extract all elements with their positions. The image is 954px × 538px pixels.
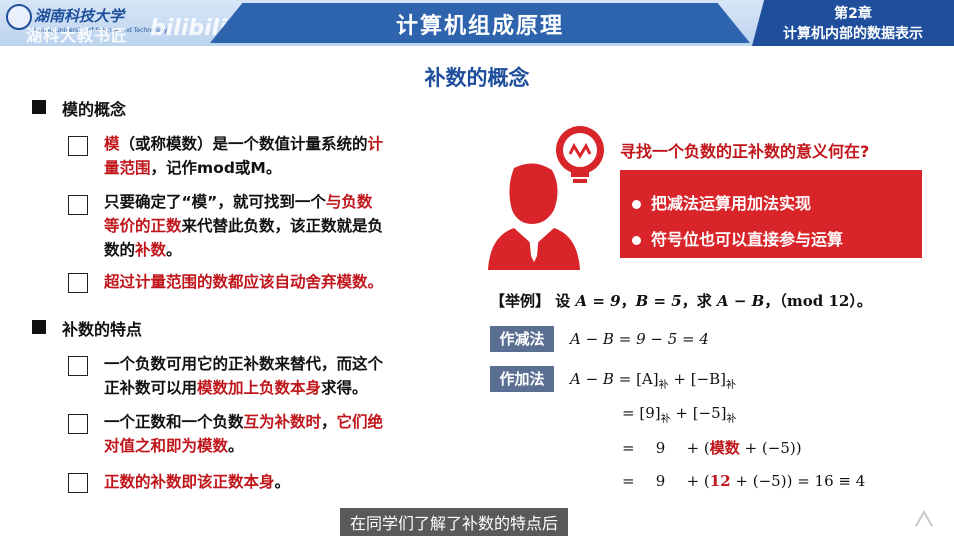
- list-item: 只要确定了“模”，就可找到一个与负数 等价的正数来代替此负数，该正数就是负 数的补数…: [104, 193, 384, 259]
- subtraction-method-tag: 作减法: [490, 326, 554, 352]
- list-item: 超过计量范围的数都应该自动舍弃模数。: [104, 273, 384, 291]
- checkbox-item: [68, 273, 88, 293]
- slide-header: 湖南科技大学 Hunan University of Science and T…: [0, 0, 954, 46]
- list-item: 一个负数可用它的正补数来替代，而这个 正补数可以用模数加上负数本身求得。: [104, 355, 384, 397]
- person-silhouette-icon: [488, 163, 580, 270]
- section-bullet-icon: [32, 320, 46, 334]
- section-heading-features: 补数的特点: [62, 320, 143, 339]
- list-item: 一个正数和一个负数互为补数时，它们绝 对值之和即为模数。: [104, 413, 384, 455]
- addition-line-4: = 9 + (12 + (−5)) = 16 ≡ 4: [622, 472, 866, 490]
- section-heading-modulus: 模的概念: [62, 100, 127, 119]
- course-title-banner: 计算机组成原理: [210, 3, 750, 43]
- chapter-banner: 第2章 计算机内部的数据表示: [752, 0, 954, 46]
- addition-line-1: A − B = [A]补 + [−B]补: [570, 370, 737, 391]
- checkbox-item: [68, 473, 88, 493]
- video-subtitle: 在同学们了解了补数的特点后: [340, 508, 569, 536]
- bullet-dot-icon: [632, 200, 641, 209]
- section-bullet-icon: [32, 100, 46, 114]
- player-corner-icon[interactable]: [912, 506, 936, 530]
- checkbox-item: [68, 195, 88, 215]
- list-item: 正数的补数即该正数本身。: [104, 473, 291, 491]
- example-statement: 【举例】 设 A = 9，B = 5，求 A − B，（mod 12）。: [490, 292, 872, 310]
- question-text: 寻找一个负数的正补数的意义何在?: [620, 142, 870, 161]
- addition-line-2: = [9]补 + [−5]补: [622, 404, 737, 425]
- checkbox-item: [68, 414, 88, 434]
- answer-box: 把减法运算用加法实现 符号位也可以直接参与运算: [620, 170, 922, 258]
- addition-method-tag: 作加法: [490, 366, 554, 392]
- subtraction-equation: A − B = 9 − 5 = 4: [570, 330, 709, 348]
- answer-item: 符号位也可以直接参与运算: [632, 226, 843, 250]
- chapter-number: 第2章: [834, 6, 872, 22]
- course-title: 计算机组成原理: [395, 14, 564, 39]
- list-item: 模（或称模数）是一个数值计量系统的计 量范围，记作mod或M。: [104, 135, 384, 177]
- watermark-left: 湖科大教书匠: [26, 26, 129, 45]
- chapter-name: 计算机内部的数据表示: [783, 26, 923, 42]
- addition-line-3: = 9 + (模数 + (−5)): [622, 439, 802, 457]
- bullet-dot-icon: [632, 236, 641, 245]
- checkbox-item: [68, 136, 88, 156]
- checkbox-item: [68, 356, 88, 376]
- answer-item: 把减法运算用加法实现: [632, 190, 811, 214]
- slide-title: 补数的概念: [424, 66, 530, 90]
